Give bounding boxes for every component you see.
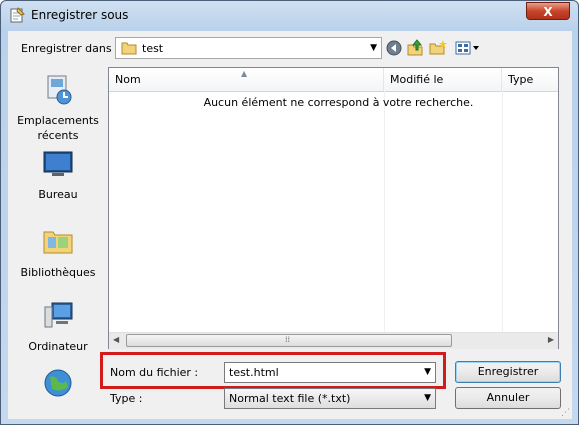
place-desktop[interactable]: Bureau xyxy=(10,149,106,202)
column-header-modifie[interactable]: Modifié le xyxy=(384,68,502,91)
file-list[interactable]: ▲ Nom Modifié le Type Aucun élément ne c… xyxy=(108,67,559,349)
close-button[interactable]: X xyxy=(526,2,570,20)
scroll-left-icon[interactable]: ◀ xyxy=(113,335,119,344)
title-bar[interactable]: Enregistrer sous X xyxy=(1,1,578,31)
save-in-combo[interactable]: test ▼ xyxy=(115,37,382,59)
close-icon: X xyxy=(543,5,553,19)
save-button[interactable]: Enregistrer xyxy=(455,361,561,383)
filename-input[interactable]: test.html ▼ xyxy=(224,362,436,383)
file-type-value: Normal text file (*.txt) xyxy=(229,392,351,405)
place-label: Ordinateur xyxy=(28,340,88,353)
current-folder: test xyxy=(142,42,164,55)
horizontal-scrollbar[interactable]: ◀ ⁞⁞ ▶ xyxy=(109,332,558,349)
type-label: Type : xyxy=(110,392,143,405)
place-label: Bibliothèques xyxy=(20,266,96,279)
cancel-button[interactable]: Annuler xyxy=(455,387,561,409)
resize-grip-icon[interactable]: ⋰ xyxy=(561,408,570,418)
scroll-right-icon[interactable]: ▶ xyxy=(548,335,554,344)
grip-icon: ⁞⁞ xyxy=(285,335,291,344)
list-header: ▲ Nom Modifié le Type xyxy=(109,68,558,92)
filename-label: Nom du fichier : xyxy=(110,366,199,379)
place-recent[interactable]: Emplacements récents xyxy=(10,73,106,143)
scroll-thumb[interactable]: ⁞⁞ xyxy=(126,334,452,347)
column-header-type[interactable]: Type xyxy=(502,68,558,91)
dialog-body: Enregistrer dans : test ▼ Emplacements r… xyxy=(8,31,572,419)
place-label: Bureau xyxy=(38,188,78,201)
computer-icon xyxy=(10,299,106,335)
recent-places-icon xyxy=(10,73,106,109)
place-computer[interactable]: Ordinateur xyxy=(10,299,106,354)
folder-icon xyxy=(121,41,137,58)
notepad-icon xyxy=(9,7,25,23)
desktop-icon xyxy=(10,149,106,183)
up-folder-icon[interactable] xyxy=(406,39,424,57)
file-type-select[interactable]: Normal text file (*.txt) ▼ xyxy=(224,388,436,409)
chevron-down-icon: ▼ xyxy=(370,43,377,53)
save-in-label: Enregistrer dans : xyxy=(21,42,119,55)
chevron-down-icon[interactable]: ▼ xyxy=(424,367,431,377)
empty-message: Aucun élément ne correspond à votre rech… xyxy=(203,96,474,109)
place-network[interactable] xyxy=(10,367,106,407)
network-icon xyxy=(10,367,106,403)
column-divider xyxy=(384,91,385,332)
sort-up-icon: ▲ xyxy=(241,69,248,78)
new-folder-icon[interactable] xyxy=(429,39,447,57)
views-icon[interactable] xyxy=(455,39,481,57)
places-bar: Emplacements récents Bureau Bibliothèque… xyxy=(10,67,106,419)
place-libraries[interactable]: Bibliothèques xyxy=(10,225,106,280)
column-header-nom[interactable]: ▲ Nom xyxy=(109,68,384,91)
back-icon[interactable] xyxy=(385,39,403,57)
libraries-icon xyxy=(10,225,106,261)
chevron-down-icon: ▼ xyxy=(424,393,431,403)
window-title: Enregistrer sous xyxy=(31,8,129,22)
save-as-dialog: Enregistrer sous X Enregistrer dans : te… xyxy=(0,0,579,425)
filename-value: test.html xyxy=(229,366,279,379)
column-divider xyxy=(502,91,503,332)
place-label: Emplacements récents xyxy=(17,114,99,142)
